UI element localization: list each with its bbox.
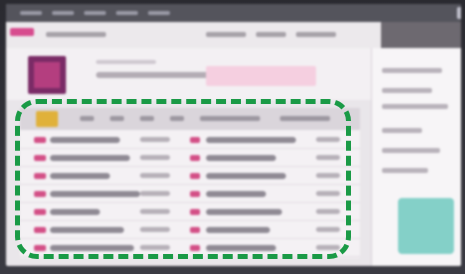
menu-bar: [6, 4, 461, 22]
menu-item[interactable]: [148, 11, 170, 15]
highlight-field[interactable]: [206, 66, 316, 86]
side-panel-line: [382, 88, 432, 93]
menu-item[interactable]: [20, 11, 42, 15]
menu-item[interactable]: [84, 11, 106, 15]
side-panel-line: [382, 128, 422, 133]
side-panel: [371, 48, 461, 266]
toolbar-item[interactable]: [256, 32, 286, 37]
side-card[interactable]: [398, 198, 454, 254]
toolbar: [6, 22, 461, 49]
record-title: [96, 72, 216, 78]
close-icon[interactable]: [457, 7, 461, 19]
toolbar-item[interactable]: [296, 32, 336, 37]
side-panel-line: [382, 104, 448, 109]
toolbar-right-pane: [381, 22, 461, 48]
app-logo: [10, 28, 34, 36]
menu-item[interactable]: [52, 11, 74, 15]
toolbar-item[interactable]: [206, 32, 246, 37]
avatar: [28, 56, 66, 94]
record-header: [6, 48, 371, 100]
side-panel-line: [382, 148, 440, 153]
record-subtitle: [96, 60, 156, 64]
highlight-annotation: [15, 99, 351, 259]
side-panel-line: [382, 168, 428, 173]
toolbar-item[interactable]: [46, 32, 106, 37]
menu-item[interactable]: [116, 11, 138, 15]
side-panel-line: [382, 68, 442, 73]
